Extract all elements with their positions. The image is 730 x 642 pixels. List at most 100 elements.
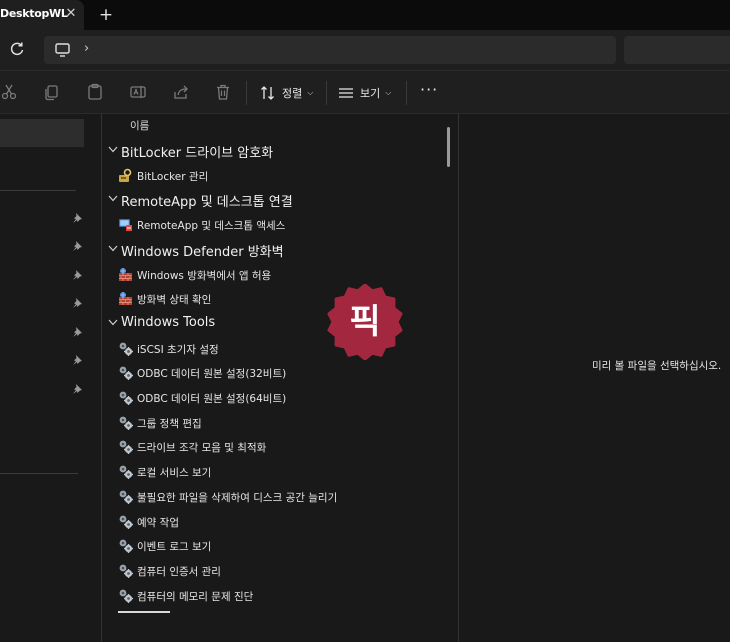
view-icon: [339, 88, 353, 98]
admin-tools-icon: [119, 564, 133, 578]
list-item[interactable]: ODBC 데이터 원본 설정(64비트): [102, 386, 442, 410]
admin-tools-icon: [119, 589, 133, 603]
share-icon[interactable]: [172, 83, 190, 101]
group-header[interactable]: BitLocker 드라이브 암호화: [102, 139, 442, 163]
list-item[interactable]: 컴퓨터의 메모리 문제 진단: [102, 584, 442, 608]
breadcrumb-chevron-icon[interactable]: ›: [84, 41, 89, 56]
navigation-pane: [0, 114, 100, 642]
group-header[interactable]: RemoteApp 및 데스크톱 연결: [102, 188, 442, 212]
list-item[interactable]: BitLocker 관리: [102, 164, 442, 188]
admin-tools-icon: [119, 490, 133, 504]
preview-message: 미리 볼 파일을 선택하십시오.: [592, 360, 722, 372]
list-item[interactable]: 컴퓨터 인증서 관리: [102, 559, 442, 583]
admin-tools-icon: [119, 515, 133, 529]
sort-button[interactable]: 정렬 ⌵: [260, 79, 313, 107]
admin-tools-icon: [119, 539, 133, 554]
list-item[interactable]: 예약 작업: [102, 510, 442, 534]
list-item-label: Windows 방화벽에서 앱 허용: [137, 269, 272, 282]
admin-tools-icon: [119, 440, 133, 455]
address-bar-row: ›: [0, 30, 730, 70]
tab-title: DesktopWL: [0, 7, 68, 20]
admin-tools-icon: [119, 391, 133, 405]
this-pc-icon: [55, 43, 70, 57]
pin-icon[interactable]: [71, 297, 83, 309]
remote-desktop-icon: [119, 219, 132, 232]
admin-tools-icon: [119, 465, 133, 480]
paste-icon[interactable]: [86, 83, 104, 101]
list-item-label: ODBC 데이터 원본 설정(32비트): [137, 368, 287, 381]
chevron-down-icon: ⌵: [307, 88, 314, 97]
admin-tools-icon: [119, 366, 133, 381]
list-item-label: 이벤트 로그 보기: [137, 541, 212, 554]
list-item[interactable]: ODBC 데이터 원본 설정(32비트): [102, 361, 442, 385]
copy-icon[interactable]: [43, 83, 61, 101]
title-bar: DesktopWL ✕ +: [0, 0, 730, 30]
list-item-label: RemoteApp 및 데스크톱 액세스: [137, 220, 286, 233]
tab-active[interactable]: DesktopWL ✕: [0, 0, 84, 30]
watermark-badge: 픽: [327, 284, 403, 360]
list-item[interactable]: 로컬 서비스 보기: [102, 460, 442, 484]
search-input[interactable]: [624, 36, 730, 64]
new-tab-icon[interactable]: +: [96, 5, 116, 25]
sort-icon: [261, 86, 274, 100]
command-bar: 정렬 ⌵ 보기 ⌵ ···: [0, 70, 730, 114]
group-label: Windows Defender 방화벽: [121, 244, 284, 260]
firewall-icon: [119, 292, 132, 306]
nav-divider: [0, 190, 76, 191]
toolbar-separator: [246, 81, 247, 105]
list-item-label: BitLocker 관리: [137, 170, 209, 183]
nav-divider: [0, 473, 78, 474]
list-item[interactable]: 그룹 정책 편집: [102, 411, 442, 435]
file-list: 이름 BitLocker 드라이브 암호화 BitLocker 관리 RemoteA…: [102, 114, 458, 642]
more-options-icon[interactable]: ···: [420, 82, 438, 98]
list-item[interactable]: Windows 방화벽에서 앱 허용: [102, 263, 442, 287]
rename-icon[interactable]: [129, 83, 147, 101]
cut-icon[interactable]: [0, 83, 18, 101]
pin-icon[interactable]: [71, 326, 83, 338]
list-item-label: 로컬 서비스 보기: [137, 467, 212, 480]
chevron-down-icon: ⌵: [385, 88, 392, 97]
toolbar-separator: [406, 81, 407, 105]
delete-icon[interactable]: [214, 83, 232, 101]
pin-icon[interactable]: [71, 269, 83, 281]
group-label: RemoteApp 및 데스크톱 연결: [121, 195, 293, 211]
toolbar-separator: [326, 81, 327, 105]
list-item[interactable]: 이벤트 로그 보기: [102, 534, 442, 558]
sort-label: 정렬: [282, 87, 303, 100]
view-button[interactable]: 보기 ⌵: [338, 79, 391, 107]
scrollbar-thumb[interactable]: [447, 127, 450, 167]
chevron-down-icon[interactable]: [108, 146, 118, 153]
view-label: 보기: [360, 87, 381, 100]
nav-item-selected[interactable]: [0, 119, 84, 147]
list-item[interactable]: 드라이브 조각 모음 및 최적화: [102, 435, 442, 459]
firewall-icon: [119, 267, 132, 281]
bitlocker-key-icon: [119, 168, 132, 182]
list-item-label: ODBC 데이터 원본 설정(64비트): [137, 393, 287, 405]
refresh-icon[interactable]: [8, 40, 26, 58]
chevron-down-icon[interactable]: [108, 195, 118, 202]
list-item-label: 컴퓨터 인증서 관리: [137, 565, 221, 578]
list-item[interactable]: RemoteApp 및 데스크톱 액세스: [102, 213, 442, 237]
list-item-label: 예약 작업: [137, 516, 179, 529]
column-header-name[interactable]: 이름: [130, 118, 149, 133]
pin-icon[interactable]: [71, 212, 83, 224]
chevron-down-icon[interactable]: [108, 245, 118, 252]
list-item[interactable]: 불필요한 파일을 삭제하여 디스크 공간 늘리기: [102, 485, 442, 509]
group-label: BitLocker 드라이브 암호화: [121, 146, 274, 161]
pin-icon[interactable]: [71, 354, 83, 366]
scroll-indicator: [118, 611, 170, 613]
watermark-text: 픽: [349, 302, 380, 342]
list-item-label: 방화벽 상태 확인: [137, 294, 212, 307]
list-item-label: 드라이브 조각 모음 및 최적화: [137, 442, 267, 455]
group-header[interactable]: Windows Defender 방화벽: [102, 238, 442, 262]
address-field[interactable]: ›: [44, 36, 616, 64]
pin-icon[interactable]: [71, 383, 83, 395]
tab-close-icon[interactable]: ✕: [62, 5, 80, 23]
group-label: Windows Tools: [121, 314, 216, 330]
chevron-down-icon[interactable]: [108, 319, 118, 326]
admin-tools-icon: [119, 342, 133, 356]
pin-icon[interactable]: [71, 240, 83, 252]
list-item-label: 불필요한 파일을 삭제하여 디스크 공간 늘리기: [137, 491, 338, 504]
list-item-label: iSCSI 초기자 설정: [137, 343, 219, 356]
admin-tools-icon: [119, 416, 133, 430]
